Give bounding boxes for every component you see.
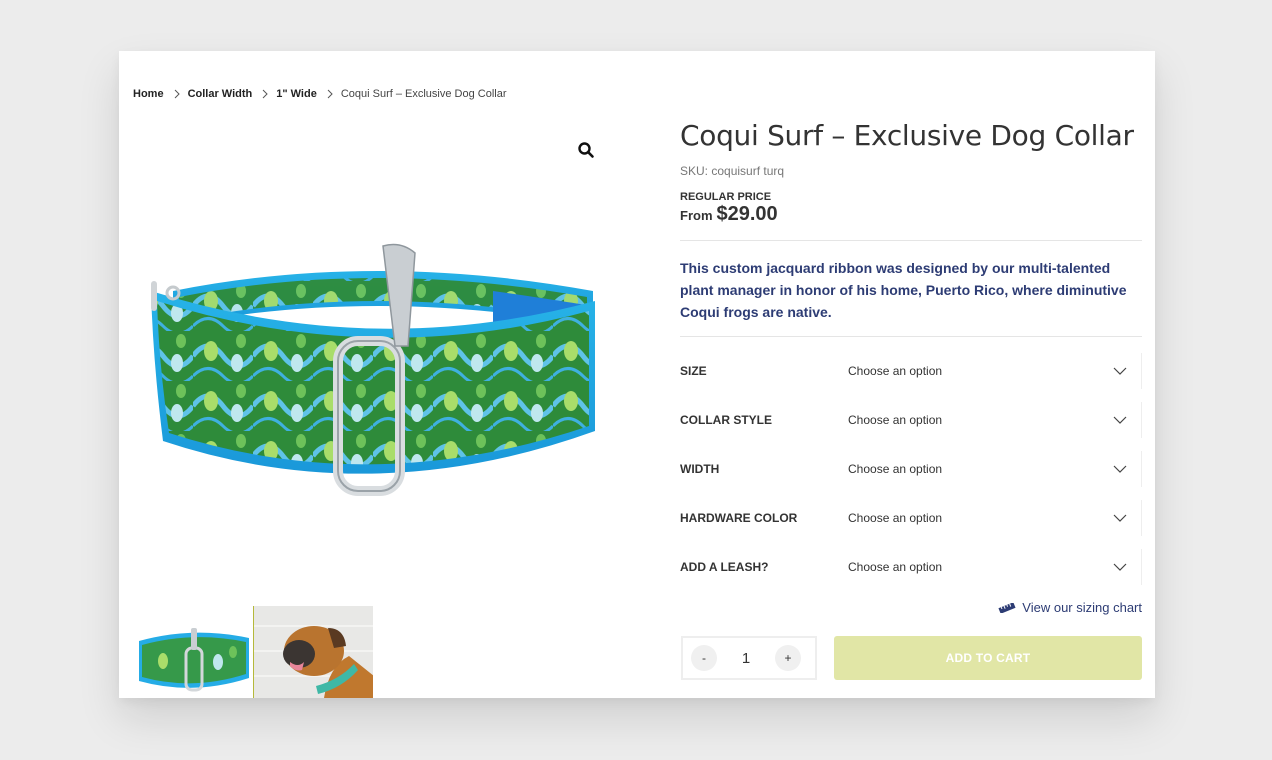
ruler-icon bbox=[998, 602, 1016, 613]
product-title: Coqui Surf – Exclusive Dog Collar bbox=[680, 119, 1134, 152]
product-sku: SKU: coquisurf turq bbox=[680, 164, 785, 178]
divider bbox=[680, 240, 1142, 241]
breadcrumb-current: Coqui Surf – Exclusive Dog Collar bbox=[340, 88, 507, 100]
quantity-stepper: - 1 + bbox=[681, 636, 817, 680]
chevron-right-icon bbox=[327, 89, 333, 99]
price-prefix: From bbox=[680, 208, 713, 223]
chevron-down-icon bbox=[1113, 465, 1127, 473]
product-price: From $29.00 bbox=[680, 203, 778, 226]
divider bbox=[680, 336, 1142, 337]
chevron-down-icon bbox=[1113, 367, 1127, 375]
size-select[interactable]: Choose an option bbox=[848, 353, 1142, 389]
image-zoom-button[interactable] bbox=[577, 141, 597, 161]
variation-width: WIDTH Choose an option bbox=[680, 451, 1142, 487]
breadcrumb-collar-width[interactable]: Collar Width bbox=[188, 88, 253, 100]
breadcrumb: Home Collar Width 1" Wide Coqui Surf – E… bbox=[133, 88, 507, 100]
product-card: Home Collar Width 1" Wide Coqui Surf – E… bbox=[119, 51, 1155, 698]
quantity-increase-button[interactable]: + bbox=[775, 645, 801, 671]
collar-style-select[interactable]: Choose an option bbox=[848, 402, 1142, 438]
main-product-image[interactable] bbox=[133, 231, 619, 501]
select-value: Choose an option bbox=[848, 511, 943, 525]
hardware-color-select[interactable]: Choose an option bbox=[848, 500, 1142, 536]
chevron-right-icon bbox=[174, 89, 180, 99]
variation-label: WIDTH bbox=[680, 462, 720, 476]
breadcrumb-home[interactable]: Home bbox=[133, 88, 164, 100]
select-value: Choose an option bbox=[848, 364, 943, 378]
variation-hardware-color: HARDWARE COLOR Choose an option bbox=[680, 500, 1142, 536]
price-label: REGULAR PRICE bbox=[680, 191, 772, 203]
chevron-down-icon bbox=[1113, 416, 1127, 424]
sizing-chart-link[interactable]: View our sizing chart bbox=[998, 600, 1142, 615]
variation-add-leash: ADD A LEASH? Choose an option bbox=[680, 549, 1142, 585]
variation-label: ADD A LEASH? bbox=[680, 560, 769, 574]
thumbnail-strip bbox=[133, 606, 373, 698]
variation-collar-style: COLLAR STYLE Choose an option bbox=[680, 402, 1142, 438]
variation-size: SIZE Choose an option bbox=[680, 353, 1142, 389]
add-to-cart-button[interactable]: ADD TO CART bbox=[834, 636, 1142, 680]
variation-label: SIZE bbox=[680, 364, 707, 378]
quantity-decrease-button[interactable]: - bbox=[691, 645, 717, 671]
breadcrumb-1-wide[interactable]: 1" Wide bbox=[276, 88, 317, 100]
select-value: Choose an option bbox=[848, 462, 943, 476]
price-amount: $29.00 bbox=[716, 203, 778, 225]
width-select[interactable]: Choose an option bbox=[848, 451, 1142, 487]
thumbnail-dog[interactable] bbox=[253, 606, 373, 698]
quantity-input[interactable]: 1 bbox=[742, 650, 750, 667]
thumbnail-collar[interactable] bbox=[133, 606, 253, 698]
select-value: Choose an option bbox=[848, 560, 943, 574]
chevron-down-icon bbox=[1113, 514, 1127, 522]
chevron-down-icon bbox=[1113, 563, 1127, 571]
select-value: Choose an option bbox=[848, 413, 943, 427]
add-leash-select[interactable]: Choose an option bbox=[848, 549, 1142, 585]
search-icon bbox=[578, 142, 594, 158]
variation-label: COLLAR STYLE bbox=[680, 413, 772, 427]
product-description: This custom jacquard ribbon was designed… bbox=[680, 260, 1127, 320]
chevron-right-icon bbox=[262, 89, 268, 99]
sizing-chart-label: View our sizing chart bbox=[1022, 600, 1142, 615]
variation-label: HARDWARE COLOR bbox=[680, 511, 798, 525]
